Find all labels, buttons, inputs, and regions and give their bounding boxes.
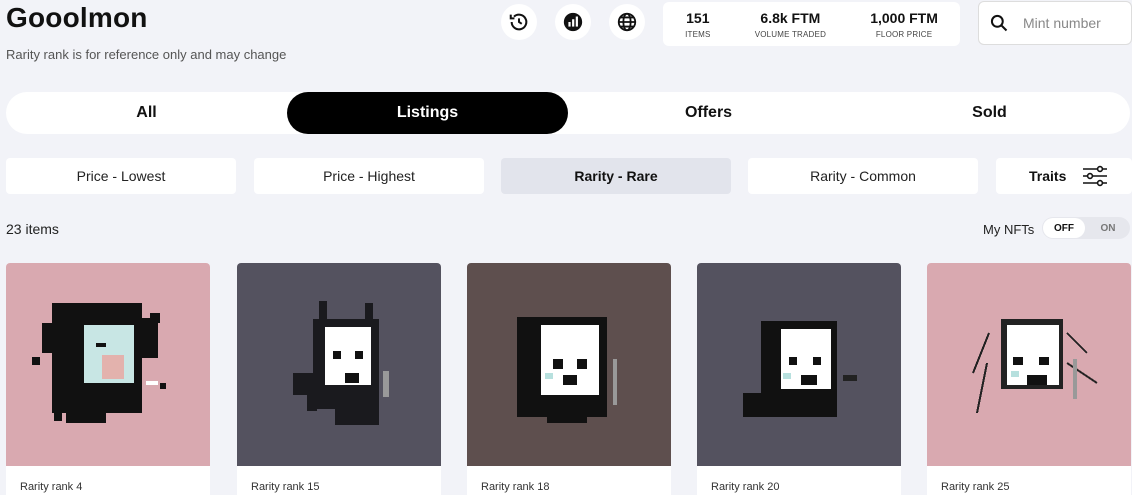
tab-offers[interactable]: Offers: [568, 92, 849, 134]
my-nfts-label: My NFTs: [983, 222, 1035, 237]
nft-image: [237, 263, 441, 466]
history-icon: [509, 13, 528, 31]
stat-value: 1,000 FTM: [870, 9, 938, 26]
stat-items: 151 ITEMS: [685, 10, 710, 39]
collection-stats: 151 ITEMS 6.8k FTM VOLUME TRADED 1,000 F…: [663, 2, 960, 46]
stat-label: VOLUME TRADED: [754, 29, 827, 39]
rarity-rank-label: Rarity rank 4: [20, 481, 83, 493]
rarity-disclaimer: Rarity rank is for reference only and ma…: [6, 47, 287, 62]
tab-all[interactable]: All: [6, 92, 287, 134]
stat-label: ITEMS: [685, 29, 711, 39]
sort-price-lowest[interactable]: Price - Lowest: [6, 158, 236, 194]
traits-label: Traits: [1029, 168, 1067, 184]
activity-history-button[interactable]: [501, 4, 537, 40]
nft-card[interactable]: Rarity rank 25: [927, 263, 1131, 495]
nft-image: [467, 263, 671, 466]
sort-price-highest[interactable]: Price - Highest: [254, 158, 484, 194]
nft-card[interactable]: Rarity rank 4: [6, 263, 210, 495]
rarity-rank-label: Rarity rank 15: [251, 481, 320, 493]
listing-tabs: All Listings Offers Sold: [6, 92, 1130, 134]
mint-search[interactable]: [978, 1, 1132, 45]
rarity-rank-label: Rarity rank 18: [481, 481, 550, 493]
tab-listings[interactable]: Listings: [287, 92, 568, 134]
nft-card[interactable]: Rarity rank 18: [467, 263, 671, 495]
collection-title: Gooolmon: [6, 2, 148, 33]
search-icon: [990, 14, 1008, 32]
rarity-rank-label: Rarity rank 25: [941, 481, 1010, 493]
toggle-off-option[interactable]: OFF: [1043, 218, 1085, 238]
nft-image: [927, 263, 1131, 466]
items-count: 23 items: [6, 221, 59, 237]
toggle-on-option[interactable]: ON: [1087, 218, 1129, 238]
stat-value: 151: [686, 9, 710, 26]
stat-volume: 6.8k FTM VOLUME TRADED: [755, 10, 826, 39]
stat-label: FLOOR PRICE: [875, 29, 933, 39]
traits-filter-button[interactable]: Traits: [996, 158, 1132, 194]
mint-number-input[interactable]: [1023, 15, 1123, 31]
sort-rarity-common[interactable]: Rarity - Common: [748, 158, 978, 194]
tab-sold[interactable]: Sold: [849, 92, 1130, 134]
stat-floor-price: 1,000 FTM FLOOR PRICE: [870, 10, 938, 39]
sliders-icon: [1083, 165, 1108, 187]
stats-chart-button[interactable]: [555, 4, 591, 40]
nft-card[interactable]: Rarity rank 15: [237, 263, 441, 495]
nft-card[interactable]: Rarity rank 20: [697, 263, 901, 495]
chart-icon: [563, 12, 583, 32]
stat-value: 6.8k FTM: [760, 9, 821, 26]
globe-icon: [617, 12, 637, 32]
rarity-rank-label: Rarity rank 20: [711, 481, 780, 493]
nft-image: [697, 263, 901, 466]
website-button[interactable]: [609, 4, 645, 40]
sort-rarity-rare[interactable]: Rarity - Rare: [501, 158, 731, 194]
nft-image: [6, 263, 210, 466]
my-nfts-toggle[interactable]: OFF ON: [1042, 217, 1130, 239]
